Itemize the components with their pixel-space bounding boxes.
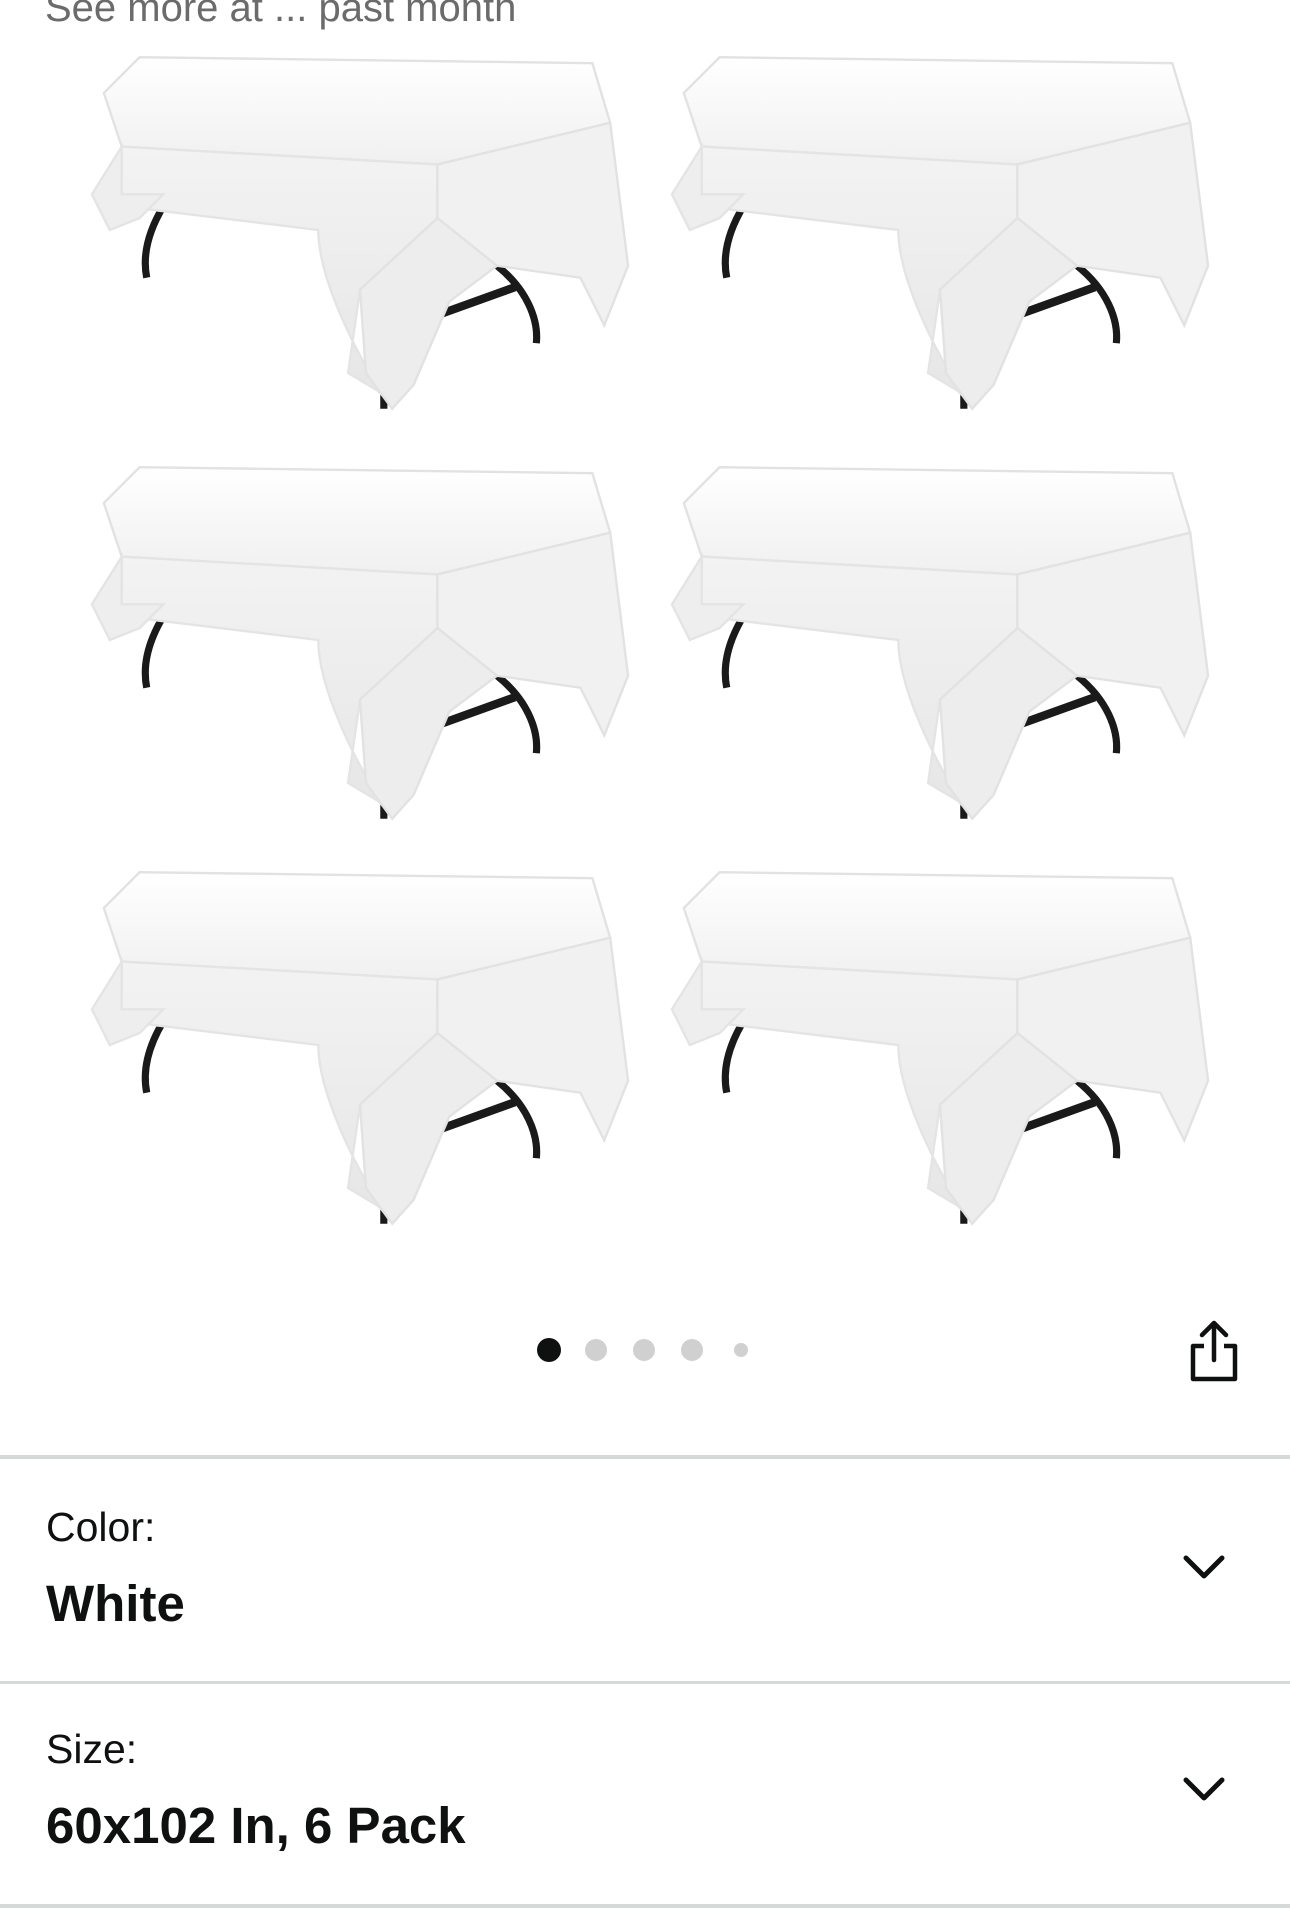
color-label: Color: bbox=[46, 1504, 156, 1550]
size-selector[interactable]: Size: 60x102 In, 6 Pack bbox=[0, 1684, 1290, 1904]
image-pagination-dots[interactable] bbox=[0, 1336, 1290, 1366]
product-image-gallery[interactable] bbox=[0, 40, 1290, 1240]
color-value: White bbox=[46, 1575, 185, 1632]
tablecloth-image-3 bbox=[80, 450, 640, 830]
tablecloth-image-6 bbox=[660, 855, 1220, 1235]
tablecloth-image-4 bbox=[660, 450, 1220, 830]
size-value: 60x102 In, 6 Pack bbox=[46, 1797, 466, 1854]
color-selector[interactable]: Color: White bbox=[0, 1459, 1290, 1681]
size-label: Size: bbox=[46, 1726, 138, 1772]
pagination-dot-small[interactable] bbox=[734, 1343, 748, 1357]
pagination-dot-active[interactable] bbox=[537, 1338, 561, 1362]
share-icon[interactable] bbox=[1184, 1318, 1244, 1384]
pagination-dot[interactable] bbox=[681, 1339, 703, 1361]
tablecloth-image-2 bbox=[660, 40, 1220, 420]
tablecloth-image-1 bbox=[80, 40, 640, 420]
chevron-down-icon[interactable] bbox=[1180, 1774, 1228, 1806]
pagination-dot[interactable] bbox=[585, 1339, 607, 1361]
chevron-down-icon[interactable] bbox=[1180, 1552, 1228, 1584]
tablecloth-image-5 bbox=[80, 855, 640, 1235]
partial-header-text: See more at ... past month bbox=[45, 0, 517, 30]
pagination-dot[interactable] bbox=[633, 1339, 655, 1361]
bottom-divider bbox=[0, 1904, 1290, 1908]
